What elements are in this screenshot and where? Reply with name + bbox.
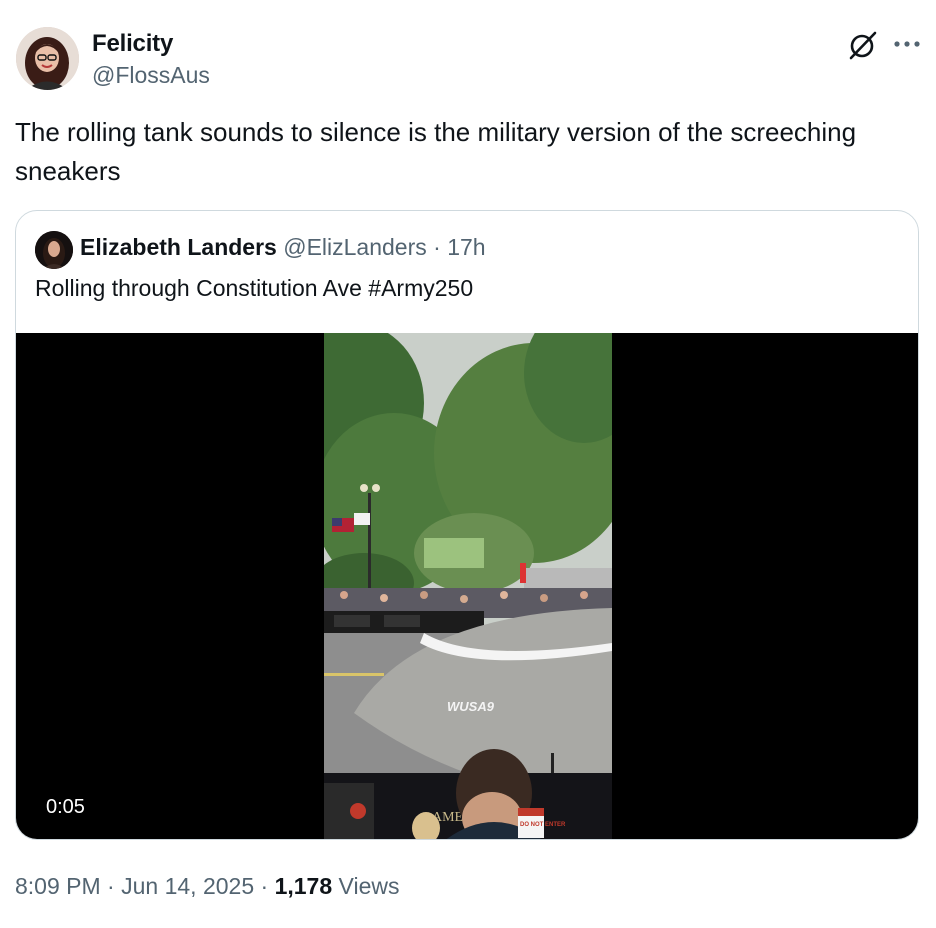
views-label: Views: [338, 873, 400, 899]
author-handle[interactable]: @FlossAus: [92, 62, 210, 89]
views-count[interactable]: 1,178: [275, 873, 333, 899]
quoted-author-name: Elizabeth Landers: [80, 234, 277, 260]
separator-dot: ·: [433, 234, 441, 260]
quoted-author-avatar: [35, 231, 73, 269]
quoted-tweet-text: Rolling through Constitution Ave #Army25…: [35, 275, 474, 301]
sign-text: DO NOT ENTER: [520, 822, 566, 828]
quoted-tweet-age: 17h: [447, 234, 486, 260]
separator-dot: ·: [107, 873, 115, 899]
author-name[interactable]: Felicity: [92, 30, 173, 58]
tweet-time[interactable]: 8:09 PM: [15, 873, 101, 899]
umbrella-logo: WUSA9: [447, 699, 495, 714]
tweet-text: The rolling tank sounds to silence is th…: [15, 117, 857, 186]
more-dots-icon[interactable]: [892, 34, 922, 54]
avatar-image: [16, 27, 79, 90]
video-frame[interactable]: WUSA9 AME DO NOT ENTER: [324, 333, 612, 839]
video-still: WUSA9 AME DO NOT ENTER: [324, 333, 612, 839]
separator-dot: ·: [260, 873, 269, 899]
tweet-date[interactable]: Jun 14, 2025: [121, 873, 254, 899]
tweet-metadata: 8:09 PM · Jun 14, 2025 · 1,178 Views: [15, 873, 399, 900]
grok-icon[interactable]: [846, 28, 880, 62]
quoted-tweet-card[interactable]: Elizabeth Landers @ElizLanders · 17h Rol…: [15, 210, 919, 840]
quoted-author-handle: @ElizLanders: [283, 234, 427, 260]
video-duration: 0:05: [36, 793, 95, 822]
author-avatar[interactable]: [16, 27, 79, 90]
quoted-tweet-header: Elizabeth Landers @ElizLanders · 17h: [80, 234, 486, 261]
video-player[interactable]: WUSA9 AME DO NOT ENTER 0:05: [16, 333, 918, 839]
